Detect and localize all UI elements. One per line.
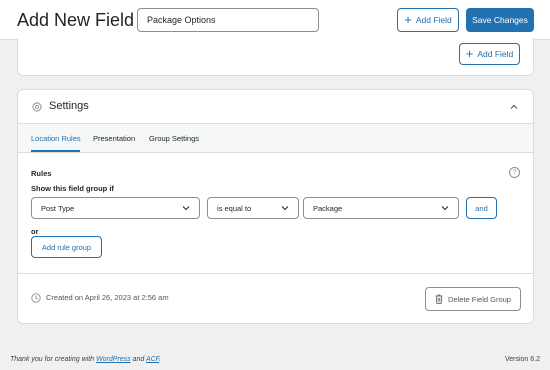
trash-icon — [435, 294, 443, 304]
add-field-label: Add Field — [477, 49, 514, 59]
help-icon[interactable]: ? — [509, 167, 520, 178]
add-field-button-header[interactable]: + Add Field — [397, 8, 459, 32]
tab-location-rules[interactable]: Location Rules — [31, 134, 81, 143]
and-button[interactable]: and — [466, 197, 497, 219]
rule-operator-select[interactable]: is equal to — [207, 197, 299, 219]
show-if-label: Show this field group if — [31, 184, 114, 193]
tab-presentation[interactable]: Presentation — [93, 134, 135, 143]
or-label: or — [31, 227, 39, 236]
wordpress-link[interactable]: WordPress — [96, 356, 131, 363]
delete-field-group-button[interactable]: Delete Field Group — [425, 287, 521, 311]
plus-icon: + — [465, 46, 474, 61]
admin-footer: Thank you for creating with WordPress an… — [10, 356, 161, 363]
gear-icon — [31, 101, 43, 113]
footer-thanks-text: Thank you for creating with — [10, 356, 95, 363]
rule-param-value: Post Type — [41, 203, 75, 213]
tab-group-settings[interactable]: Group Settings — [149, 134, 199, 143]
rule-value-select[interactable]: Package — [303, 197, 459, 219]
fields-box: + Add Field — [17, 38, 534, 76]
rule-param-select[interactable]: Post Type — [31, 197, 200, 219]
footer-and-text: and — [132, 356, 145, 363]
created-timestamp: Created on April 26, 2023 at 2:56 am — [46, 293, 169, 302]
clock-icon — [31, 293, 41, 303]
footer-period: . — [159, 356, 162, 363]
delete-label: Delete Field Group — [448, 294, 511, 304]
settings-panel: Settings Location Rules Presentation Gro… — [17, 89, 534, 324]
add-field-label: Add Field — [415, 15, 452, 25]
plus-icon: + — [404, 12, 412, 27]
settings-title: Settings — [49, 100, 89, 112]
divider — [18, 273, 533, 274]
field-group-title-input[interactable] — [137, 8, 319, 32]
save-changes-button[interactable]: Save Changes — [466, 8, 534, 32]
rule-value-value: Package — [313, 203, 343, 213]
settings-header[interactable]: Settings — [18, 90, 533, 124]
rule-operator-value: is equal to — [217, 203, 252, 213]
add-field-button[interactable]: + Add Field — [459, 43, 520, 65]
active-tab-indicator — [31, 150, 80, 152]
add-rule-group-button[interactable]: Add rule group — [31, 236, 102, 258]
chevron-down-icon — [281, 206, 289, 211]
chevron-up-icon[interactable] — [509, 102, 519, 112]
top-toolbar: Add New Field Group + Add Field Save Cha… — [0, 0, 550, 40]
version-text: Version 6.2 — [504, 356, 540, 363]
chevron-down-icon — [441, 206, 449, 211]
rules-label: Rules — [31, 169, 52, 178]
acf-link[interactable]: ACF — [146, 356, 159, 363]
chevron-down-icon — [182, 206, 190, 211]
settings-tabs: Location Rules Presentation Group Settin… — [18, 124, 533, 153]
